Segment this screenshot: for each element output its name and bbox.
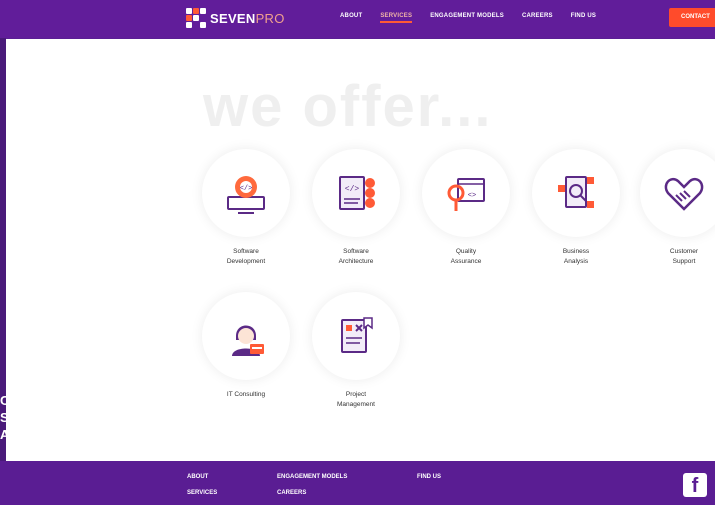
service-label-line: Software (233, 248, 259, 255)
service-icon-circle: <> (422, 149, 510, 237)
software-architecture-icon: </> (339, 176, 375, 210)
nav-engagement-models[interactable]: ENGAGEMENT MODELS (430, 13, 504, 19)
project-management-icon (341, 317, 373, 353)
service-label-line: Business (562, 248, 590, 255)
main-nav: ABOUT SERVICES ENGAGEMENT MODELS CAREERS… (340, 13, 614, 23)
customer-support-icon (664, 177, 704, 211)
service-label-line: Management (337, 401, 375, 408)
service-label-line: Analysis (563, 258, 589, 265)
footer-link-about[interactable]: ABOUT (187, 474, 208, 480)
service-label: Project Management (306, 390, 406, 410)
nav-careers[interactable]: CAREERS (522, 13, 553, 19)
site-header: SEVENPRO ABOUT SERVICES ENGAGEMENT MODEL… (0, 0, 715, 38)
facebook-icon[interactable]: f (683, 473, 707, 497)
service-label-line: IT Consulting (226, 391, 266, 398)
service-label-line: Architecture (338, 258, 374, 265)
footer-link-services[interactable]: SERVICES (187, 490, 217, 496)
service-label: Customer Support (634, 247, 715, 267)
service-label: Software Architecture (306, 247, 406, 267)
logo-text: SEVENPRO (210, 11, 285, 26)
service-label-line: Customer (669, 248, 699, 255)
nav-about[interactable]: ABOUT (340, 13, 362, 19)
service-label-line: Development (226, 258, 266, 265)
service-icon-circle (312, 292, 400, 380)
footer-link-find-us[interactable]: FIND US (417, 474, 441, 480)
service-label: Quality Assurance (416, 247, 516, 267)
service-label-line: Software (343, 248, 369, 255)
service-card-it-consulting[interactable]: IT Consulting (196, 292, 296, 400)
site-footer: ABOUT SERVICES ENGAGEMENT MODELS CAREERS… (0, 461, 715, 505)
services-section: we offer... </> Software Development </> (6, 39, 715, 461)
service-label-line: Quality (455, 248, 477, 255)
service-icon-circle (532, 149, 620, 237)
service-card-project-management[interactable]: Project Management (306, 292, 406, 410)
quality-assurance-icon: <> (447, 178, 485, 211)
service-icon-circle: </> (202, 149, 290, 237)
software-development-icon: </> (227, 176, 265, 214)
section-heading: we offer... (203, 74, 493, 139)
svg-text:</>: </> (240, 185, 253, 193)
service-label-line: Support (672, 258, 696, 265)
service-card-software-development[interactable]: </> Software Development (196, 149, 296, 267)
logo-text-suffix: PRO (255, 10, 285, 26)
service-label-line: Assurance (450, 258, 482, 265)
service-icon-circle (202, 292, 290, 380)
logo-mark-icon (186, 8, 206, 28)
service-label: Business Analysis (526, 247, 626, 267)
nav-services[interactable]: SERVICES (380, 13, 413, 23)
nav-find-us[interactable]: FIND US (571, 13, 596, 19)
contact-button[interactable]: CONTACT (669, 8, 715, 27)
service-card-quality-assurance[interactable]: <> Quality Assurance (416, 149, 516, 267)
service-card-business-analysis[interactable]: Business Analysis (526, 149, 626, 267)
svg-text:</>: </> (345, 185, 360, 194)
footer-link-engagement-models[interactable]: ENGAGEMENT MODELS (277, 474, 347, 480)
logo-text-main: SEVEN (210, 10, 256, 26)
svg-text:<>: <> (468, 192, 476, 200)
service-label: IT Consulting (196, 390, 296, 400)
service-label: Software Development (196, 247, 296, 267)
service-card-customer-support[interactable]: Customer Support (634, 149, 715, 267)
service-icon-circle: </> (312, 149, 400, 237)
business-analysis-icon (558, 176, 594, 208)
service-label-line: Project (345, 391, 367, 398)
logo[interactable]: SEVENPRO (186, 8, 285, 28)
service-card-software-architecture[interactable]: </> Software Architecture (306, 149, 406, 267)
it-consulting-icon (232, 325, 264, 356)
footer-link-careers[interactable]: CAREERS (277, 490, 306, 496)
service-icon-circle (640, 149, 715, 237)
